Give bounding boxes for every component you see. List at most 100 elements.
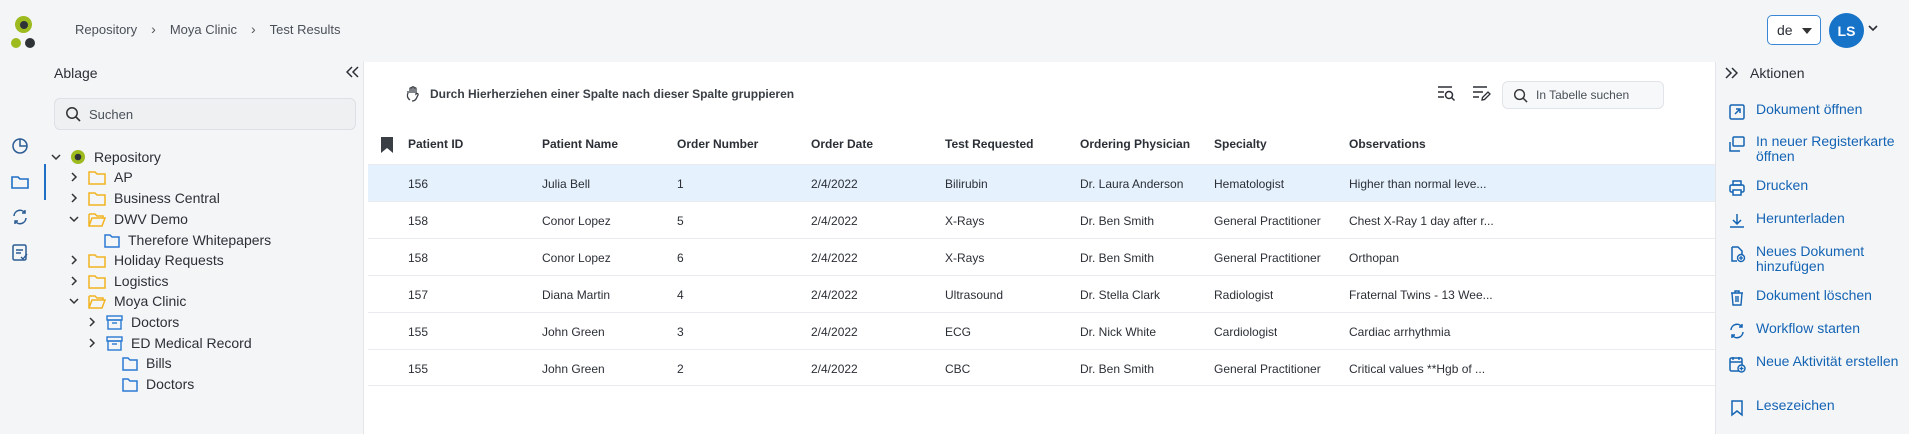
panel-title: Aktionen (1750, 65, 1805, 81)
repository-panel: Ablage Suchen Repository AP Business Cen… (46, 62, 364, 434)
breadcrumb-item-test-results: Test Results (269, 21, 341, 37)
cell-order-number: 3 (677, 325, 684, 339)
action-new-activity[interactable]: Neue Aktivität erstellen (1728, 354, 1906, 373)
language-value: de (1777, 22, 1793, 38)
chevron-right-icon[interactable] (86, 317, 98, 327)
cell-ordering-physician: Dr. Ben Smith (1080, 214, 1155, 228)
cell-ordering-physician: Dr. Laura Anderson (1080, 177, 1184, 191)
chevron-right-icon[interactable] (68, 255, 80, 265)
group-by-drop-zone[interactable]: Durch Hierherziehen einer Spalte nach di… (404, 85, 794, 103)
dashboard-icon[interactable] (9, 135, 31, 157)
language-select[interactable]: de (1767, 15, 1821, 45)
action-download[interactable]: Herunterladen (1728, 211, 1845, 230)
folder-icon (88, 191, 106, 206)
column-header-patient-id[interactable]: Patient ID (408, 137, 463, 151)
workflow-icon (1728, 322, 1746, 340)
table-row[interactable]: 155 John Green 2 2/4/2022 CBC Dr. Ben Sm… (368, 349, 1715, 386)
action-bookmark[interactable]: Lesezeichen (1728, 398, 1835, 417)
cell-patient-id: 155 (408, 325, 429, 339)
cell-order-date: 2/4/2022 (811, 325, 858, 339)
table-row[interactable]: 157 Diana Martin 4 2/4/2022 Ultrasound D… (368, 275, 1715, 312)
chevron-down-icon[interactable] (1868, 24, 1878, 32)
action-label: Neues Dokument hinzufügen (1756, 243, 1865, 274)
chevron-down-icon[interactable] (68, 297, 80, 305)
collapse-left-icon[interactable] (346, 66, 360, 78)
cell-ordering-physician: Dr. Stella Clark (1080, 288, 1161, 302)
download-icon (1728, 212, 1746, 230)
chevron-right-icon[interactable] (68, 193, 80, 203)
action-open-new-tab[interactable]: In neuer Registerkarte öffnen (1728, 134, 1906, 164)
action-add-document[interactable]: Neues Dokument hinzufügen (1728, 244, 1906, 274)
cell-observations: Higher than normal leve... (1349, 177, 1487, 191)
action-open-document[interactable]: Dokument öffnen (1728, 102, 1862, 121)
chevron-right-icon: › (151, 21, 156, 37)
column-header-ordering-physician[interactable]: Ordering Physician (1080, 137, 1190, 151)
cell-order-number: 6 (677, 251, 684, 265)
cell-test-requested: X-Rays (945, 251, 985, 265)
folder-icon (88, 274, 106, 289)
action-label: Neue Aktivität erstellen (1756, 353, 1899, 369)
tree-node-label: Moya Clinic (114, 293, 187, 309)
category-icon (122, 377, 138, 392)
search-icon (1513, 88, 1528, 103)
table-row[interactable]: 156 Julia Bell 1 2/4/2022 Bilirubin Dr. … (368, 164, 1715, 201)
cell-specialty: Radiologist (1214, 288, 1274, 302)
collapse-right-icon[interactable] (1724, 67, 1738, 79)
tree-node-label: Repository (94, 149, 161, 165)
tree-search-input[interactable]: Suchen (54, 98, 356, 130)
chevron-right-icon[interactable] (86, 338, 98, 348)
breadcrumb-item-moya-clinic[interactable]: Moya Clinic (170, 22, 237, 37)
tree-node-doctors-category[interactable]: Doctors (122, 372, 194, 396)
table-row[interactable]: 158 Conor Lopez 5 2/4/2022 X-Rays Dr. Be… (368, 201, 1715, 238)
folder-icon (88, 253, 106, 268)
tree-node-label: Doctors (131, 314, 180, 330)
cell-ordering-physician: Dr. Ben Smith (1080, 251, 1155, 265)
cell-observations: Orthopan (1349, 251, 1400, 265)
sync-icon[interactable] (9, 206, 31, 228)
avatar[interactable]: LS (1829, 13, 1864, 48)
cell-order-date: 2/4/2022 (811, 362, 858, 376)
tree-node-label: ED Medical Record (131, 335, 252, 351)
action-label: Drucken (1756, 177, 1809, 193)
cell-order-date: 2/4/2022 (811, 177, 858, 191)
edit-columns-icon[interactable] (1471, 84, 1491, 102)
tasks-icon[interactable] (9, 241, 31, 263)
actions-panel: Aktionen Dokument öffnen In neuer Regist… (1715, 62, 1909, 434)
chevron-right-icon[interactable] (68, 276, 80, 286)
column-header-patient-name[interactable]: Patient Name (542, 137, 618, 151)
breadcrumb-item-repository[interactable]: Repository (75, 22, 137, 37)
cell-order-date: 2/4/2022 (811, 251, 858, 265)
cell-patient-id: 156 (408, 177, 429, 191)
open-external-icon (1728, 103, 1746, 121)
table-row[interactable]: 158 Conor Lopez 6 2/4/2022 X-Rays Dr. Be… (368, 238, 1715, 275)
category-icon (104, 233, 120, 248)
action-start-workflow[interactable]: Workflow starten (1728, 321, 1860, 340)
column-filter-icon[interactable] (1436, 84, 1456, 102)
tree-node-label: Holiday Requests (114, 252, 224, 268)
column-header-test-requested[interactable]: Test Requested (945, 137, 1033, 151)
case-definition-icon (106, 314, 123, 330)
cell-patient-name: John Green (542, 325, 605, 339)
new-tab-icon (1728, 135, 1746, 153)
cell-observations: Chest X-Ray 1 day after r... (1349, 214, 1494, 228)
action-print[interactable]: Drucken (1728, 178, 1808, 197)
chevron-right-icon[interactable] (68, 172, 80, 182)
cell-specialty: Cardiologist (1214, 325, 1278, 339)
table-row[interactable]: 155 John Green 3 2/4/2022 ECG Dr. Nick W… (368, 312, 1715, 349)
action-delete-document[interactable]: Dokument löschen (1728, 288, 1872, 307)
column-header-order-number[interactable]: Order Number (677, 137, 758, 151)
chevron-down-icon[interactable] (68, 215, 80, 223)
repository-nav-icon[interactable] (9, 171, 31, 193)
column-header-specialty[interactable]: Specialty (1214, 137, 1267, 151)
panel-title: Ablage (54, 65, 98, 81)
action-label: Dokument löschen (1756, 287, 1872, 303)
table-search-input[interactable]: In Tabelle suchen (1502, 81, 1664, 109)
app-logo[interactable] (8, 16, 38, 50)
cell-ordering-physician: Dr. Nick White (1080, 325, 1157, 339)
print-icon (1728, 179, 1746, 197)
chevron-down-icon[interactable] (50, 153, 62, 161)
cell-observations: Fraternal Twins - 13 Wee... (1349, 288, 1493, 302)
bookmark-icon[interactable] (380, 136, 394, 154)
column-header-order-date[interactable]: Order Date (811, 137, 873, 151)
column-header-observations[interactable]: Observations (1349, 137, 1426, 151)
